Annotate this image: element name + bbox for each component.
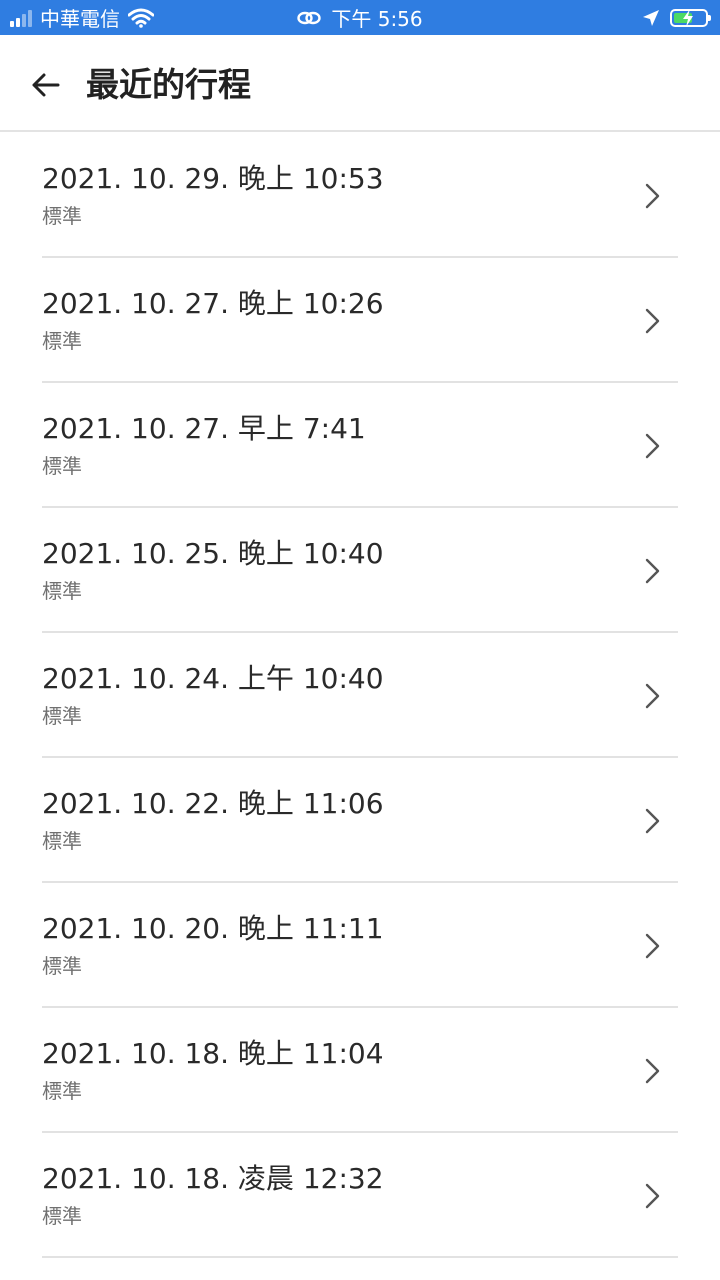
trip-datetime: 2021. 10. 29. 晚上 10:53 [42,162,384,195]
trip-datetime: 2021. 10. 27. 晚上 10:26 [42,287,384,320]
chevron-right-icon [645,1183,660,1209]
trip-datetime: 2021. 10. 25. 晚上 10:40 [42,537,384,570]
trip-list: 2021. 10. 29. 晚上 10:53 標準 2021. 10. 27. … [0,133,720,1258]
chevron-right-icon [645,308,660,334]
battery-icon [670,8,711,27]
trip-row[interactable]: 2021. 10. 27. 晚上 10:26 標準 [0,258,720,383]
status-right [642,0,711,35]
trip-row[interactable]: 2021. 10. 18. 晚上 11:04 標準 [0,1008,720,1133]
trip-mode: 標準 [42,454,82,478]
status-bar: 中華電信 下午 5:56 [0,0,720,35]
trip-datetime: 2021. 10. 18. 晚上 11:04 [42,1037,384,1070]
divider [42,1256,678,1258]
link-icon [297,11,322,24]
trip-datetime: 2021. 10. 20. 晚上 11:11 [42,912,384,945]
trip-mode: 標準 [42,329,82,353]
location-arrow-icon [643,9,659,26]
charging-bolt-icon [683,8,693,27]
trip-datetime: 2021. 10. 27. 早上 7:41 [42,412,366,445]
app-bar: 最近的行程 [0,35,720,132]
status-center: 下午 5:56 [0,0,720,35]
trip-row[interactable]: 2021. 10. 22. 晚上 11:06 標準 [0,758,720,883]
trip-mode: 標準 [42,829,82,853]
trip-mode: 標準 [42,579,82,603]
back-button[interactable] [24,63,68,107]
arrow-left-icon [32,73,60,97]
trip-row[interactable]: 2021. 10. 18. 凌晨 12:32 標準 [0,1133,720,1258]
trip-row[interactable]: 2021. 10. 20. 晚上 11:11 標準 [0,883,720,1008]
trip-row[interactable]: 2021. 10. 25. 晚上 10:40 標準 [0,508,720,633]
trip-datetime: 2021. 10. 18. 凌晨 12:32 [42,1162,384,1195]
chevron-right-icon [645,1058,660,1084]
trip-row[interactable]: 2021. 10. 24. 上午 10:40 標準 [0,633,720,758]
trip-datetime: 2021. 10. 24. 上午 10:40 [42,662,384,695]
chevron-right-icon [645,683,660,709]
trip-row[interactable]: 2021. 10. 29. 晚上 10:53 標準 [0,133,720,258]
trip-datetime: 2021. 10. 22. 晚上 11:06 [42,787,384,820]
trip-row[interactable]: 2021. 10. 27. 早上 7:41 標準 [0,383,720,508]
chevron-right-icon [645,433,660,459]
trip-mode: 標準 [42,1079,82,1103]
chevron-right-icon [645,933,660,959]
trip-mode: 標準 [42,954,82,978]
trip-mode: 標準 [42,204,82,228]
page-title: 最近的行程 [86,65,251,104]
chevron-right-icon [645,808,660,834]
status-time: 下午 5:56 [331,7,423,31]
trip-mode: 標準 [42,1204,82,1228]
trip-mode: 標準 [42,704,82,728]
chevron-right-icon [645,558,660,584]
chevron-right-icon [645,183,660,209]
